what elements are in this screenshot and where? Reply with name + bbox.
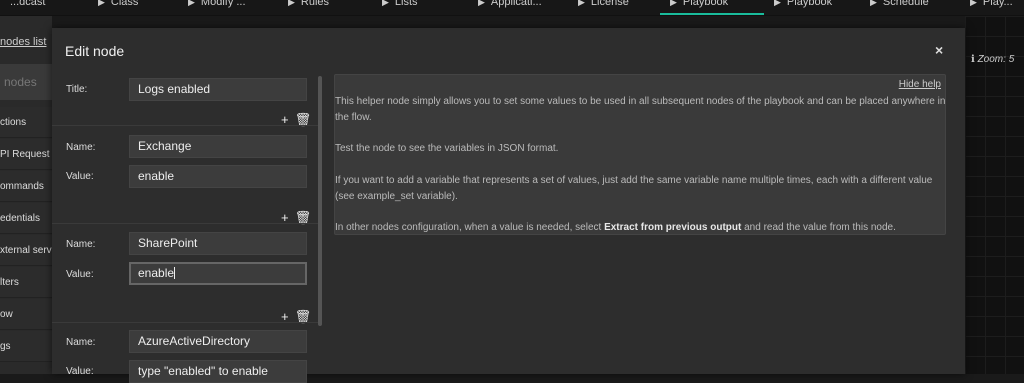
tab-playbook[interactable]: ▶ Playbook <box>764 0 860 15</box>
play-icon: ▶ <box>970 0 977 7</box>
divider <box>52 223 322 224</box>
title-input[interactable]: Logs enabled <box>129 78 307 101</box>
tab-label: Lists <box>394 0 418 8</box>
help-emphasis: Extract from previous output <box>604 222 742 233</box>
name-label: Name: <box>66 337 96 348</box>
play-icon: ▶ <box>670 0 677 7</box>
tab-rules[interactable]: ▶ Rules <box>278 0 372 15</box>
sidebar-item-actions[interactable]: ctions <box>0 107 52 138</box>
tab-license[interactable]: ▶ License <box>568 0 660 15</box>
sidebar-item-filters[interactable]: lters <box>0 267 52 298</box>
variable-name-input[interactable]: AzureActiveDirectory <box>129 330 307 353</box>
value-label: Value: <box>66 171 94 182</box>
tab-playbook-active[interactable]: ▶ Playbook <box>660 0 764 15</box>
field-text: enable <box>138 266 175 280</box>
play-icon: ▶ <box>478 0 485 7</box>
sidebar: nodes list nodes ctions PI Request omman… <box>0 16 52 374</box>
tab-label: Modify ... <box>200 0 246 8</box>
tab-label: ...dcast <box>10 0 46 8</box>
tab-label: Playbook <box>682 0 729 8</box>
tab-dcast[interactable]: ...dcast <box>0 0 88 15</box>
help-paragraph: Test the node to see the variables in JS… <box>335 143 559 154</box>
tab-label: Playbook <box>786 0 833 8</box>
help-paragraph: This helper node simply allows you to se… <box>335 96 946 123</box>
play-icon: ▶ <box>288 0 295 7</box>
tab-lists[interactable]: ▶ Lists <box>372 0 468 15</box>
tab-label: Schedule <box>882 0 929 8</box>
tab-label: Class <box>110 0 139 8</box>
close-icon[interactable]: × <box>935 42 943 58</box>
tab-label: Rules <box>300 0 330 8</box>
top-tab-bar: ...dcast ▶ Class ▶ Modify ... ▶ Rules ▶ List… <box>0 0 1024 16</box>
tab-label: Applicati... <box>490 0 542 8</box>
variable-name-input[interactable]: Exchange <box>129 135 307 158</box>
help-text: In other nodes configuration, when a val… <box>335 222 605 233</box>
playbook-canvas[interactable]: ℹ Zoom: 5 <box>965 16 1024 374</box>
play-icon: ▶ <box>188 0 195 7</box>
title-label: Title: <box>66 84 88 95</box>
zoom-label: Zoom: 5 <box>977 54 1015 65</box>
play-icon: ▶ <box>98 0 105 7</box>
play-icon: ▶ <box>578 0 585 7</box>
sidebar-item-external-services[interactable]: xternal servi <box>0 235 52 266</box>
nodes-list-link[interactable]: nodes list <box>0 36 46 48</box>
tab-application[interactable]: ▶ Applicati... <box>468 0 568 15</box>
tab-modify[interactable]: ▶ Modify ... <box>178 0 278 15</box>
name-label: Name: <box>66 142 96 153</box>
play-icon: ▶ <box>774 0 781 7</box>
help-paragraph: In other nodes configuration, when a val… <box>335 220 947 236</box>
value-label: Value: <box>66 269 94 280</box>
node-form: Title: Logs enabled + 🗑 Name: Exchange Va… <box>52 28 322 383</box>
form-scrollbar[interactable] <box>318 76 322 326</box>
sidebar-item-logs[interactable]: gs <box>0 331 52 362</box>
tab-label: Play... <box>982 0 1013 8</box>
hide-help-link[interactable]: Hide help <box>899 79 941 90</box>
sidebar-item-commands[interactable]: ommands <box>0 171 52 202</box>
sidebar-item-flow[interactable]: ow <box>0 299 52 330</box>
tab-schedule[interactable]: ▶ Schedule <box>860 0 960 15</box>
sidebar-item-api-request[interactable]: PI Request <box>0 139 52 170</box>
variable-name-input[interactable]: SharePoint <box>129 232 307 255</box>
help-text: and read the value from this node. <box>741 222 896 233</box>
edit-node-dialog: Edit node × Title: Logs enabled + 🗑 Name:… <box>52 28 965 383</box>
tab-play[interactable]: ▶ Play... <box>960 0 1024 15</box>
nodes-search-header[interactable]: nodes <box>0 64 52 100</box>
help-panel: Hide help This helper node simply allows… <box>334 74 946 235</box>
sidebar-item-credentials[interactable]: edentials <box>0 203 52 234</box>
tab-label: License <box>590 0 629 8</box>
name-label: Name: <box>66 239 96 250</box>
variable-value-input[interactable]: enable <box>129 165 307 188</box>
tab-class[interactable]: ▶ Class <box>88 0 178 15</box>
text-caret <box>174 267 176 279</box>
play-icon: ▶ <box>382 0 389 7</box>
help-paragraph: If you want to add a variable that repre… <box>335 175 933 202</box>
divider <box>52 322 322 323</box>
divider <box>52 125 322 126</box>
zoom-indicator: ℹ Zoom: 5 <box>971 54 1014 65</box>
info-icon: ℹ <box>971 54 978 65</box>
value-label: Value: <box>66 366 94 377</box>
variable-value-input[interactable]: type "enabled" to enable <box>129 360 307 383</box>
variable-value-input-focused[interactable]: enable <box>129 262 307 285</box>
play-icon: ▶ <box>870 0 877 7</box>
